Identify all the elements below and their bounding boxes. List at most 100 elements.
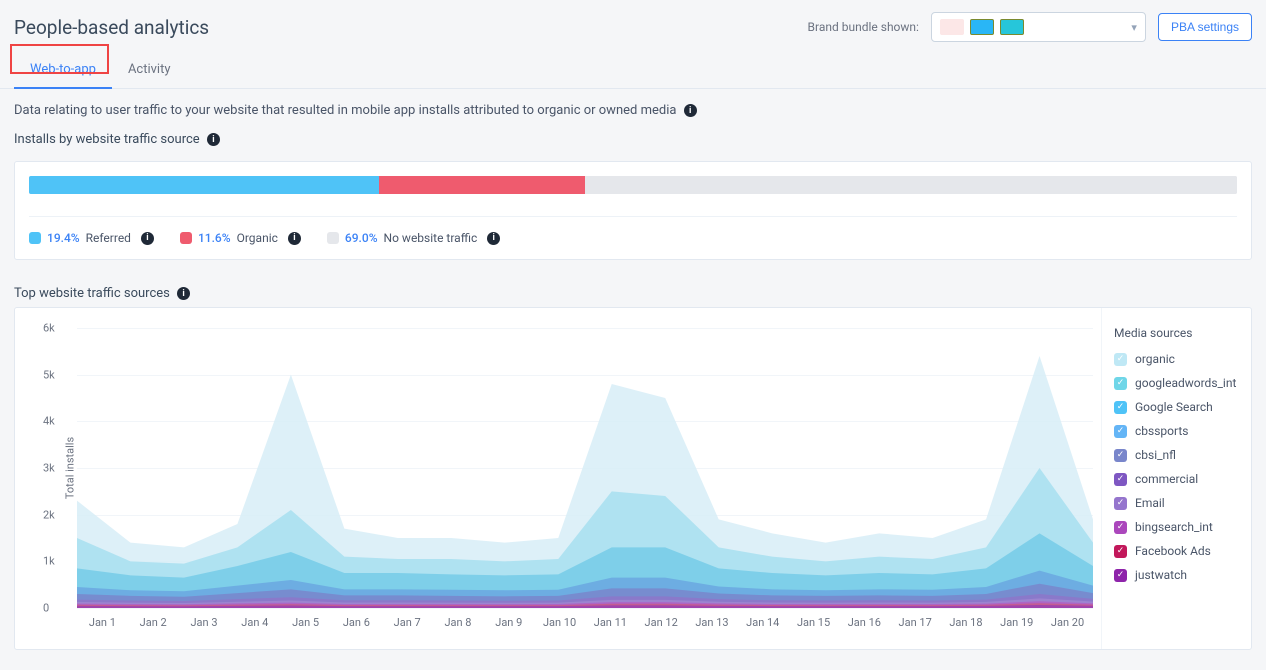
bar-segment [585,176,1237,194]
y-tick: 6k [43,322,55,335]
sources-section-title: Top website traffic sources i [0,280,1266,307]
media-sources-legend: Media sources ✓ organic✓ googleadwords_i… [1101,308,1251,649]
media-source-item[interactable]: ✓ Google Search [1114,400,1239,414]
x-tick: Jan 6 [331,616,382,629]
tabs: Web-to-app Activity [0,42,1266,89]
legend-pct: 19.4% [47,231,80,245]
media-source-item[interactable]: ✓ googleadwords_int [1114,376,1239,390]
x-axis: Jan 1Jan 2Jan 3Jan 4Jan 5Jan 6Jan 7Jan 8… [77,616,1093,629]
x-tick: Jan 19 [991,616,1042,629]
checkbox-icon: ✓ [1114,377,1127,390]
media-source-item[interactable]: ✓ commercial [1114,472,1239,486]
x-tick: Jan 4 [229,616,280,629]
y-tick: 0 [43,602,49,615]
x-tick: Jan 16 [839,616,890,629]
media-source-name: Facebook Ads [1135,544,1211,558]
page-title: People-based analytics [14,16,209,39]
info-icon[interactable]: i [177,287,190,300]
legend-name: No website traffic [384,231,478,245]
media-source-name: cbsi_nfl [1135,448,1176,462]
x-tick: Jan 12 [636,616,687,629]
installs-legend: 19.4% Referred i 11.6% Organic i 69.0% N… [29,216,1237,245]
x-tick: Jan 14 [737,616,788,629]
tab-activity[interactable]: Activity [112,54,187,88]
x-tick: Jan 17 [890,616,941,629]
x-tick: Jan 9 [483,616,534,629]
y-tick: 3k [43,462,55,475]
legend-swatch [327,232,339,244]
y-tick: 1k [43,555,55,568]
legend-swatch [29,232,41,244]
media-source-item[interactable]: ✓ Email [1114,496,1239,510]
media-source-item[interactable]: ✓ bingsearch_int [1114,520,1239,534]
legend-item[interactable]: 11.6% Organic i [180,231,301,245]
info-icon[interactable]: i [487,232,500,245]
checkbox-icon: ✓ [1114,401,1127,414]
checkbox-icon: ✓ [1114,473,1127,486]
chart-area: Total installs 01k2k3k4k5k6k Jan 1Jan 2J… [15,308,1101,649]
area-chart: Total installs 01k2k3k4k5k6k [77,328,1093,608]
x-tick: Jan 10 [534,616,585,629]
info-icon[interactable]: i [207,133,220,146]
media-source-name: organic [1135,352,1175,366]
installs-title-text: Installs by website traffic source [14,132,200,147]
bundle-label: Brand bundle shown: [808,20,919,34]
sources-chart-card: Total installs 01k2k3k4k5k6k Jan 1Jan 2J… [14,307,1252,650]
tab-web-to-app[interactable]: Web-to-app [14,54,112,89]
x-tick: Jan 13 [687,616,738,629]
info-icon[interactable]: i [288,232,301,245]
installs-bar-card: 19.4% Referred i 11.6% Organic i 69.0% N… [14,161,1252,260]
media-source-name: googleadwords_int [1135,376,1236,390]
sources-title-text: Top website traffic sources [14,286,170,301]
y-tick: 5k [43,368,55,381]
bundle-app-chip [1000,19,1024,35]
legend-title: Media sources [1114,326,1239,340]
info-icon[interactable]: i [141,232,154,245]
media-source-name: commercial [1135,472,1198,486]
media-source-name: cbssports [1135,424,1188,438]
checkbox-icon: ✓ [1114,353,1127,366]
installs-section-title: Installs by website traffic source i [0,126,1266,153]
brand-bundle-select[interactable]: ▾ [931,12,1146,42]
chevron-down-icon: ▾ [1131,21,1137,34]
x-tick: Jan 5 [280,616,331,629]
checkbox-icon: ✓ [1114,545,1127,558]
bundle-app-chip [970,19,994,35]
x-tick: Jan 20 [1042,616,1093,629]
y-tick: 2k [43,508,55,521]
media-source-item[interactable]: ✓ cbssports [1114,424,1239,438]
legend-item[interactable]: 19.4% Referred i [29,231,154,245]
x-tick: Jan 2 [128,616,179,629]
legend-pct: 11.6% [198,231,231,245]
checkbox-icon: ✓ [1114,425,1127,438]
media-source-item[interactable]: ✓ cbsi_nfl [1114,448,1239,462]
header-controls: Brand bundle shown: ▾ PBA settings [808,12,1252,42]
x-tick: Jan 8 [433,616,484,629]
media-source-item[interactable]: ✓ organic [1114,352,1239,366]
legend-item[interactable]: 69.0% No website traffic i [327,231,500,245]
tab-description: Data relating to user traffic to your we… [0,89,1266,126]
legend-name: Referred [86,231,131,245]
x-tick: Jan 11 [585,616,636,629]
legend-swatch [180,232,192,244]
media-source-name: bingsearch_int [1135,520,1213,534]
bar-segment [29,176,379,194]
checkbox-icon: ✓ [1114,449,1127,462]
info-icon[interactable]: i [684,104,697,117]
x-tick: Jan 7 [382,616,433,629]
bar-segment [379,176,584,194]
x-tick: Jan 1 [77,616,128,629]
media-source-item[interactable]: ✓ justwatch [1114,568,1239,582]
checkbox-icon: ✓ [1114,569,1127,582]
pba-settings-button[interactable]: PBA settings [1158,13,1252,41]
checkbox-icon: ✓ [1114,497,1127,510]
bundle-app-icon-placeholder [940,19,964,35]
media-source-item[interactable]: ✓ Facebook Ads [1114,544,1239,558]
x-tick: Jan 18 [941,616,992,629]
x-tick: Jan 15 [788,616,839,629]
checkbox-icon: ✓ [1114,521,1127,534]
media-source-name: Google Search [1135,400,1213,414]
description-text: Data relating to user traffic to your we… [14,103,676,118]
y-tick: 4k [43,415,55,428]
legend-pct: 69.0% [345,231,378,245]
